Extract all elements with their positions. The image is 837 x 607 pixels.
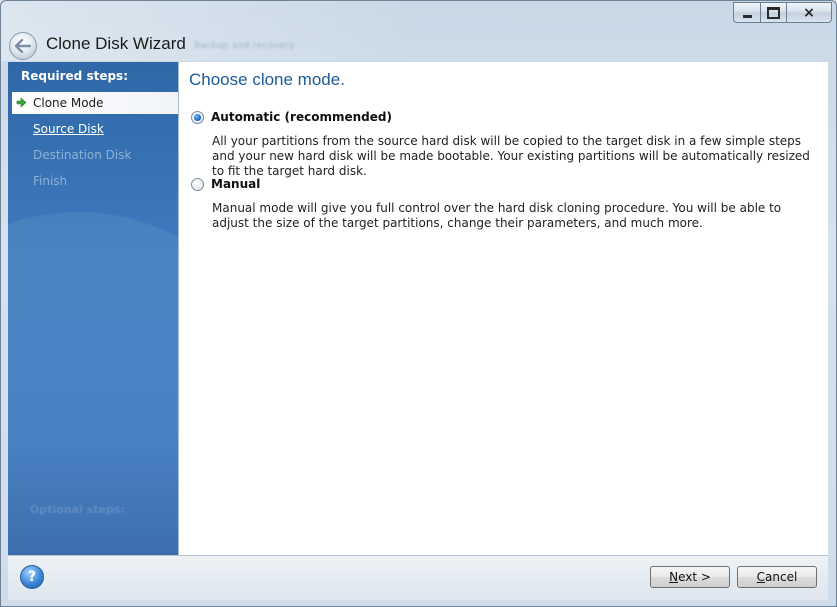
cancel-label: ancel bbox=[765, 570, 798, 584]
next-label: ext > bbox=[678, 570, 711, 584]
current-step-arrow-icon bbox=[16, 97, 27, 108]
step-source-disk[interactable]: Source Disk bbox=[8, 118, 178, 140]
next-mnemonic: N bbox=[669, 570, 679, 584]
next-button[interactable]: Next > bbox=[650, 566, 730, 588]
window-controls: × bbox=[733, 2, 832, 23]
automatic-option[interactable]: Automatic (recommended) bbox=[191, 110, 392, 124]
automatic-radio[interactable] bbox=[191, 110, 204, 124]
back-button[interactable] bbox=[9, 32, 37, 60]
step-label: Clone Mode bbox=[33, 96, 104, 110]
step-label: Finish bbox=[33, 174, 68, 188]
step-finish: Finish bbox=[8, 170, 178, 192]
steps-sidebar: Required steps: Clone Mode Source Disk D… bbox=[8, 62, 178, 555]
step-label: Destination Disk bbox=[33, 148, 132, 162]
step-label: Source Disk bbox=[33, 122, 104, 136]
page-heading: Choose clone mode. bbox=[189, 70, 345, 89]
cancel-button[interactable]: Cancel bbox=[737, 566, 817, 588]
help-icon[interactable]: ? bbox=[20, 565, 44, 589]
step-destination-disk: Destination Disk bbox=[8, 144, 178, 166]
close-button[interactable]: × bbox=[787, 2, 832, 23]
close-icon: × bbox=[803, 4, 815, 21]
window-subtitle: Backup and recovery bbox=[194, 41, 295, 51]
manual-radio[interactable] bbox=[191, 177, 204, 191]
automatic-description: All your partitions from the source hard… bbox=[212, 134, 810, 178]
manual-label[interactable]: Manual bbox=[211, 177, 260, 191]
footer-bar: ? Next > Cancel bbox=[8, 555, 828, 600]
main-panel: Choose clone mode. Automatic (recommende… bbox=[178, 62, 828, 555]
window-title: Clone Disk Wizard bbox=[46, 34, 186, 53]
required-steps-heading: Required steps: bbox=[21, 69, 128, 83]
minimize-button[interactable] bbox=[733, 2, 761, 23]
manual-option[interactable]: Manual bbox=[191, 177, 260, 191]
optional-steps-heading: Optional steps: bbox=[30, 503, 125, 516]
back-arrow-icon bbox=[15, 39, 31, 53]
automatic-label[interactable]: Automatic (recommended) bbox=[211, 110, 392, 124]
cancel-mnemonic: C bbox=[756, 570, 766, 584]
maximize-button[interactable] bbox=[761, 2, 787, 23]
minimize-icon bbox=[742, 14, 752, 18]
maximize-icon bbox=[767, 6, 780, 19]
manual-description: Manual mode will give you full control o… bbox=[212, 201, 782, 230]
radio-selected-dot bbox=[194, 113, 201, 121]
step-clone-mode[interactable]: Clone Mode bbox=[12, 92, 178, 114]
